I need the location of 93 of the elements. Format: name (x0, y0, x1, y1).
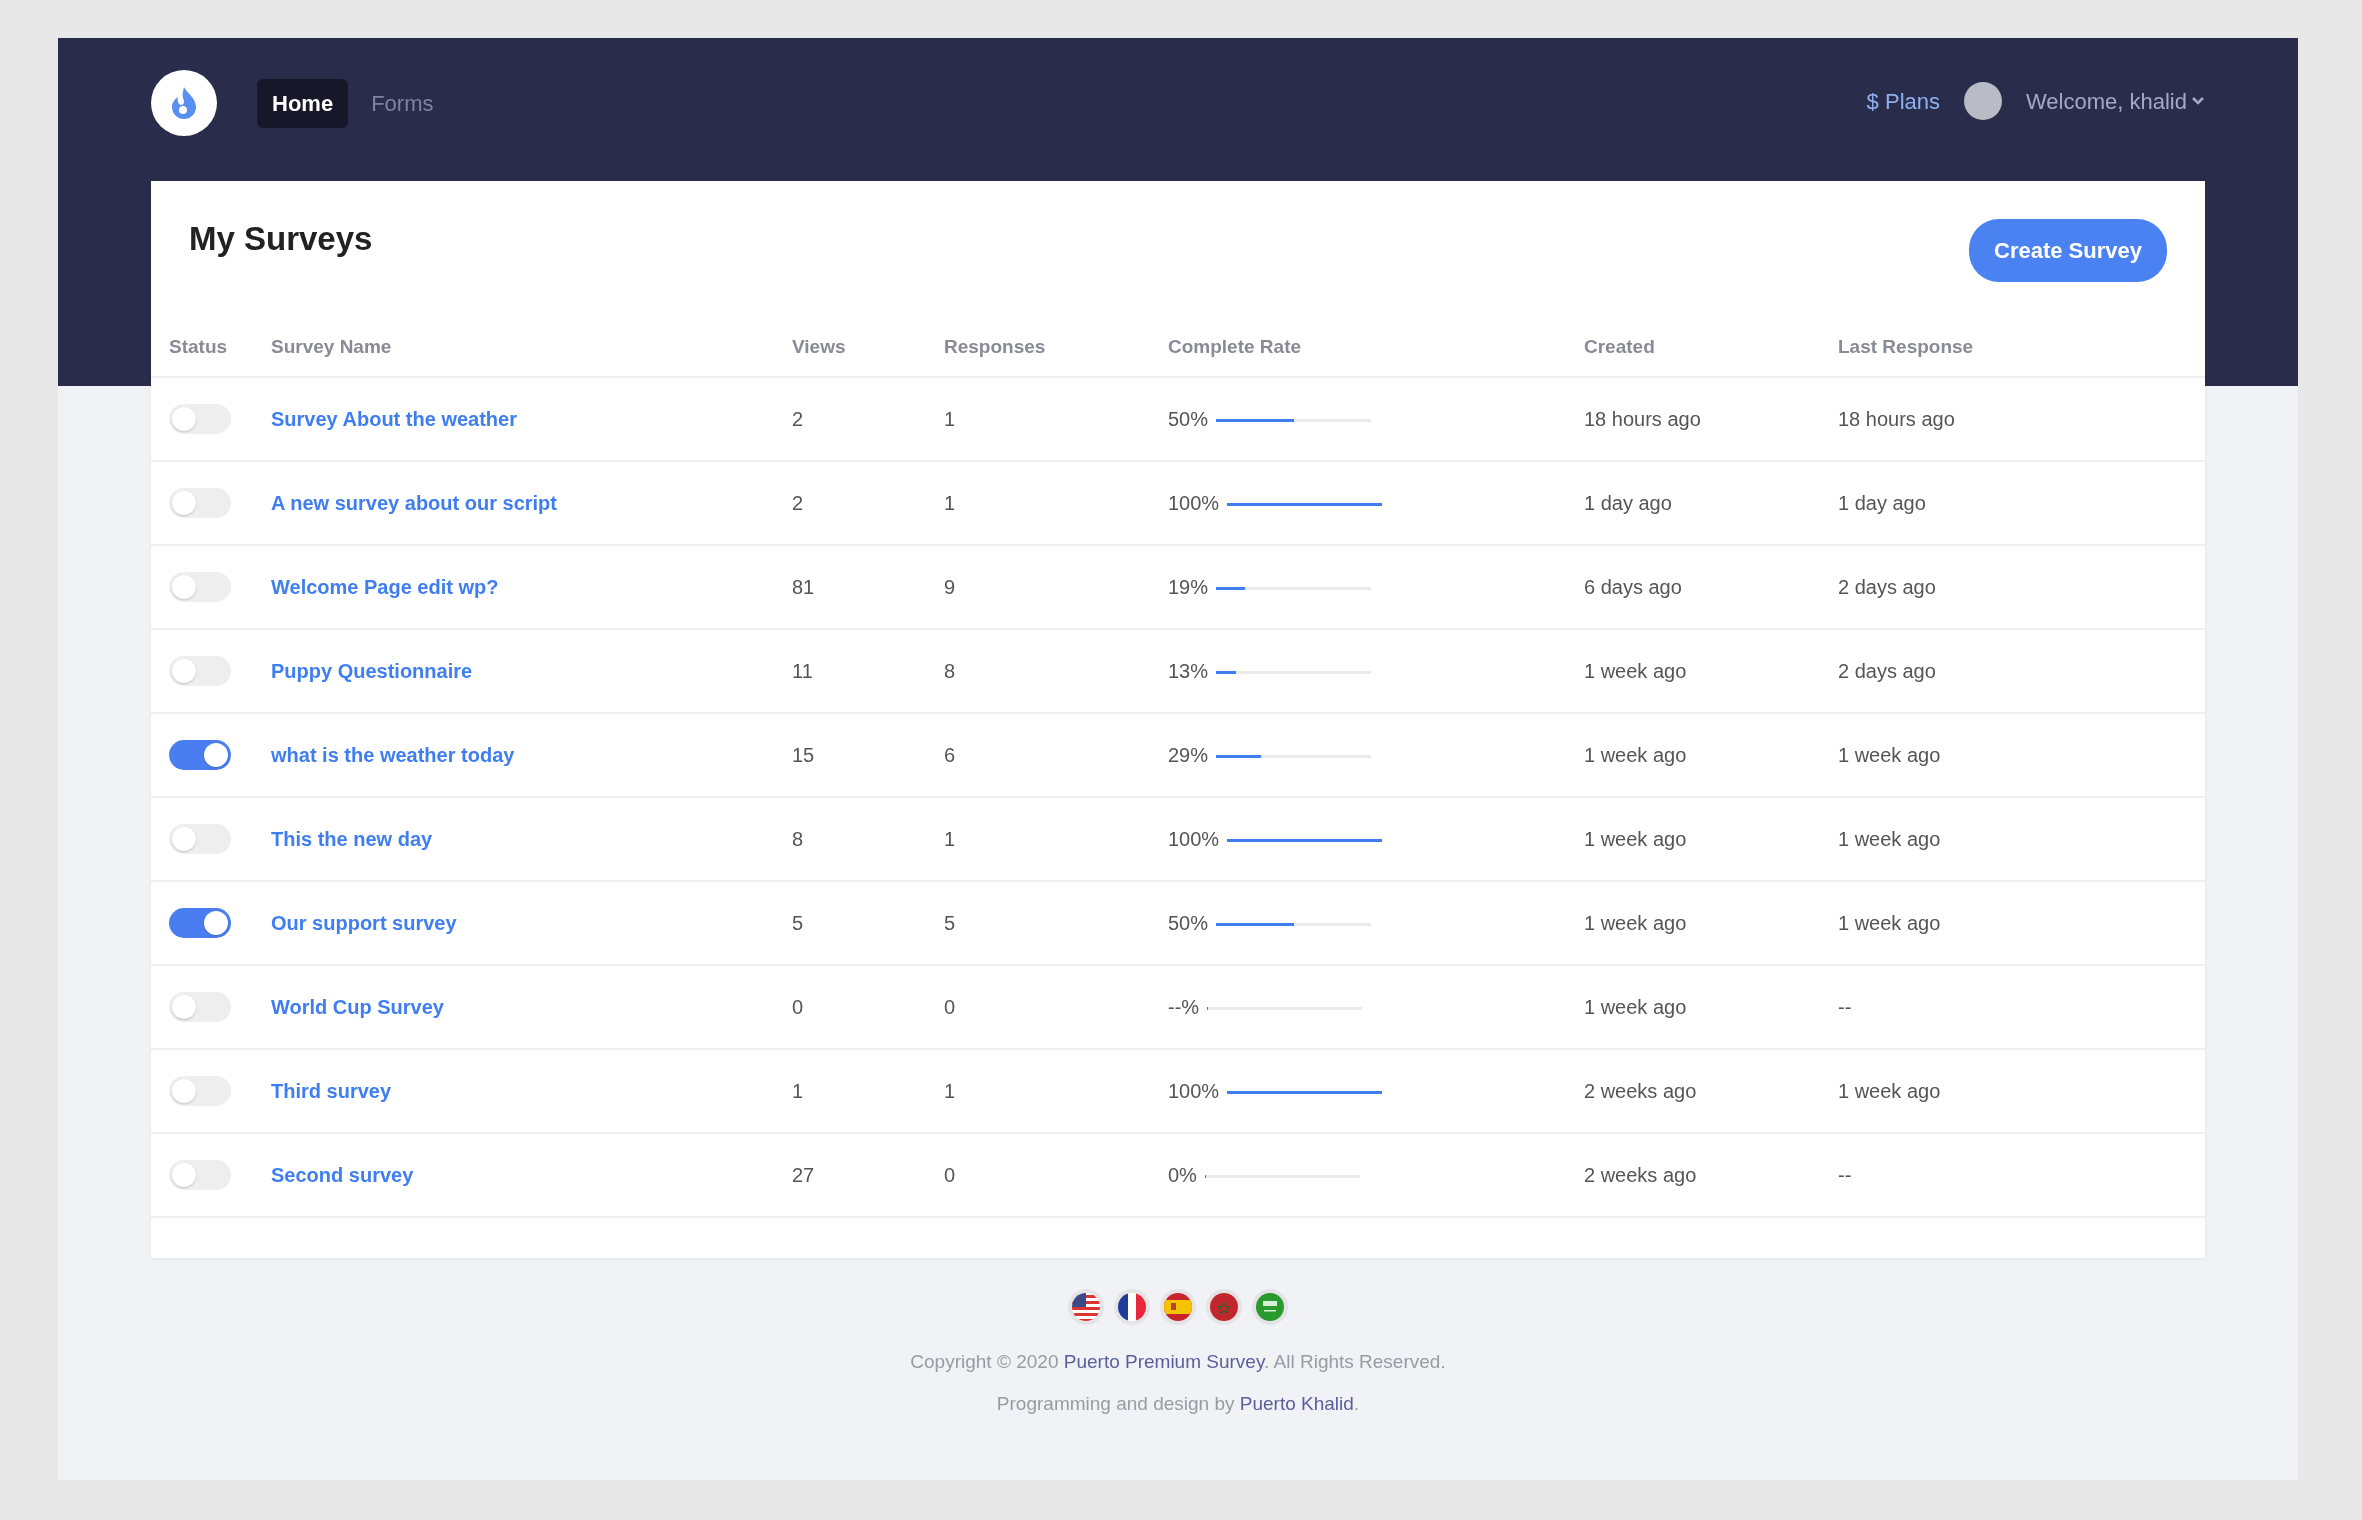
table-cell: 1 week ago (1584, 659, 1687, 682)
toggle-switch[interactable] (169, 1159, 231, 1190)
survey-link[interactable]: Puppy Questionnaire (271, 659, 473, 682)
column-header: Status (169, 336, 228, 357)
credit-text: Programming and design by Puerto Khalid. (995, 1392, 1361, 1416)
survey-link[interactable]: Welcome Page edit wp? (271, 575, 499, 598)
rate-value: 100% (1168, 1079, 1220, 1102)
table-cell: 1 week ago (1838, 1079, 1941, 1102)
table-cell: 1 (792, 1079, 804, 1102)
table-cell: 1 (944, 1079, 956, 1102)
toggle-switch[interactable] (169, 487, 231, 518)
column-header: Created (1584, 336, 1655, 357)
survey-link[interactable]: Our support survey (271, 911, 457, 934)
nav-tab[interactable]: Home (257, 78, 349, 128)
page-title: My Surveys (189, 219, 373, 259)
site-link[interactable]: Puerto Premium Survey (1063, 1350, 1265, 1372)
flag-icon[interactable] (1205, 1287, 1243, 1326)
table-cell: 1 (944, 827, 956, 850)
toggle-switch[interactable] (169, 655, 231, 686)
rate-value: 29% (1168, 743, 1209, 766)
toggle-switch[interactable] (169, 907, 231, 938)
rate-value: 0% (1168, 1163, 1197, 1186)
table-cell: 0 (944, 1163, 956, 1186)
table-cell: 2 days ago (1838, 575, 1936, 598)
table-cell: 6 days ago (1584, 575, 1682, 598)
flag-icon[interactable] (1113, 1287, 1151, 1326)
table-cell: 0 (792, 995, 804, 1018)
rate-value: --% (1168, 995, 1200, 1018)
table-cell: -- (1838, 995, 1852, 1018)
copyright-text: Copyright © 2020 Puerto Premium Survey. All Rights Reserved. (909, 1349, 1447, 1374)
toggle-switch[interactable] (169, 403, 231, 434)
table-cell: 1 week ago (1838, 743, 1941, 766)
toggle-switch[interactable] (169, 739, 231, 770)
table-cell: 81 (792, 575, 815, 598)
table-cell: 2 days ago (1838, 659, 1936, 682)
create-survey-button[interactable]: Create Survey (1969, 219, 2167, 282)
table-cell: 1 day ago (1584, 491, 1672, 514)
survey-link[interactable]: This the new day (271, 827, 433, 850)
table-cell: 1 day ago (1838, 491, 1926, 514)
table-cell: 1 (944, 407, 956, 430)
author-link[interactable]: Puerto Khalid (1239, 1393, 1354, 1414)
table-cell: 2 (792, 491, 804, 514)
toggle-switch[interactable] (169, 991, 231, 1022)
user-menu[interactable]: Welcome, khalid (2026, 84, 2205, 118)
survey-link[interactable]: Third survey (271, 1079, 392, 1102)
table-cell: 5 (944, 911, 956, 934)
rate-value: 100% (1168, 491, 1220, 514)
rate-value: 100% (1168, 827, 1220, 850)
table-cell: 1 (944, 491, 956, 514)
table-cell: 2 weeks ago (1584, 1079, 1697, 1102)
plans-link[interactable]: $ Plans (1866, 84, 1940, 118)
table-cell: 9 (944, 575, 956, 598)
rate-value: 13% (1168, 659, 1209, 682)
survey-link[interactable]: World Cup Survey (271, 995, 444, 1018)
toggle-switch[interactable] (169, 571, 231, 602)
table-cell: 5 (792, 911, 804, 934)
table-cell: 18 hours ago (1584, 407, 1701, 430)
table-cell: 1 week ago (1838, 827, 1941, 850)
flag-icon[interactable] (1067, 1287, 1105, 1326)
column-header: Survey Name (271, 336, 392, 357)
table-cell: 8 (792, 827, 804, 850)
rate-value: 50% (1168, 911, 1209, 934)
table-cell: 1 week ago (1584, 743, 1687, 766)
table-cell: 8 (944, 659, 956, 682)
table-cell: 0 (944, 995, 956, 1018)
table-cell: 1 week ago (1584, 827, 1687, 850)
rate-value: 19% (1168, 575, 1209, 598)
survey-link[interactable]: Second survey (271, 1163, 414, 1186)
avatar-photo (1964, 82, 2002, 120)
survey-link[interactable]: Survey About the weather (271, 407, 517, 430)
table-cell: 1 week ago (1584, 911, 1687, 934)
table-cell: 1 week ago (1584, 995, 1687, 1018)
toggle-switch[interactable] (169, 823, 231, 854)
table-cell: 1 week ago (1838, 911, 1941, 934)
flag-icon[interactable] (1159, 1287, 1197, 1326)
column-header: Last Response (1838, 336, 1974, 357)
table-cell: 18 hours ago (1838, 407, 1955, 430)
column-header: Complete Rate (1168, 336, 1302, 357)
caret-icon[interactable] (2191, 96, 2205, 106)
nav-tab[interactable]: Forms (356, 78, 449, 128)
table-cell: 2 weeks ago (1584, 1163, 1697, 1186)
table-cell: 15 (792, 743, 815, 766)
column-header: Responses (944, 336, 1046, 357)
toggle-switch[interactable] (169, 1075, 231, 1106)
table-cell: 6 (944, 743, 956, 766)
rate-value: 50% (1168, 407, 1209, 430)
survey-link[interactable]: A new survey about our script (271, 491, 557, 514)
table-cell: 27 (792, 1163, 815, 1186)
table-cell: -- (1838, 1163, 1852, 1186)
column-header: Views (792, 336, 846, 357)
survey-link[interactable]: what is the weather today (271, 743, 515, 766)
table-cell: 11 (792, 659, 813, 682)
table-cell: 2 (792, 407, 804, 430)
